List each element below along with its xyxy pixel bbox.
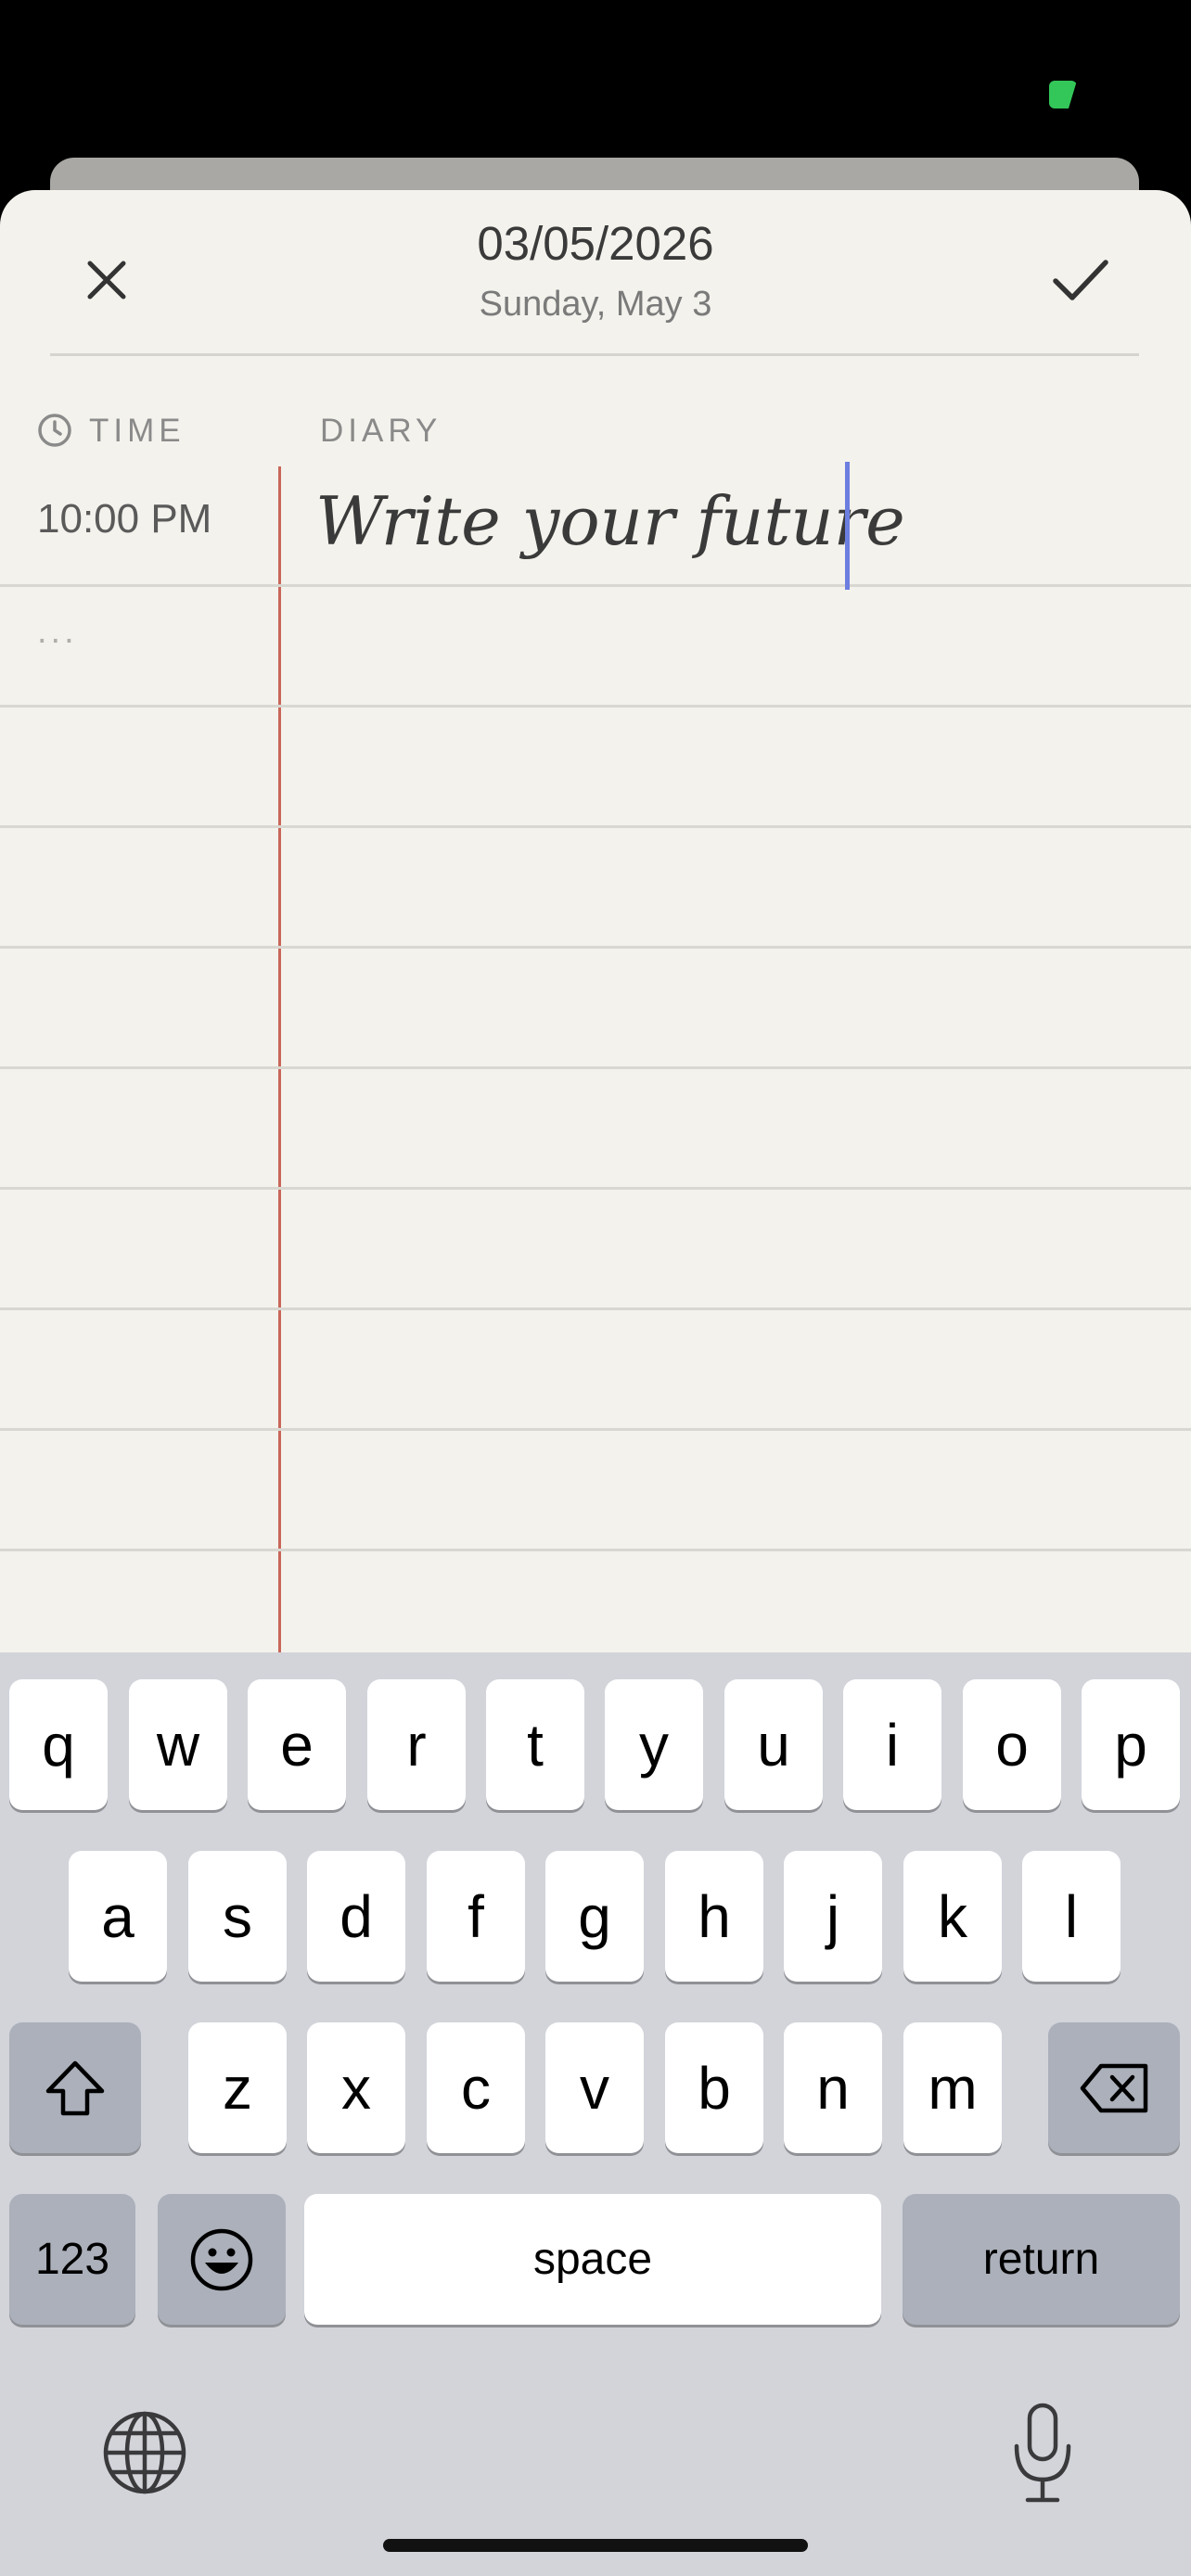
emoji-key[interactable] bbox=[158, 2194, 286, 2325]
key-y[interactable]: y bbox=[605, 1679, 703, 1810]
clock-icon bbox=[38, 414, 71, 447]
space-key[interactable]: space bbox=[304, 2194, 881, 2325]
ruled-line bbox=[0, 1187, 1191, 1190]
key-j[interactable]: j bbox=[784, 1851, 882, 1982]
delete-key[interactable] bbox=[1048, 2022, 1180, 2153]
key-z[interactable]: z bbox=[188, 2022, 287, 2153]
emoji-icon bbox=[190, 2228, 253, 2290]
ruled-line bbox=[0, 825, 1191, 828]
key-o[interactable]: o bbox=[963, 1679, 1061, 1810]
entry-time[interactable]: 10:00 PM bbox=[37, 496, 211, 542]
ruled-line bbox=[0, 1549, 1191, 1551]
ruled-line bbox=[0, 946, 1191, 949]
ruled-line bbox=[0, 705, 1191, 708]
key-u[interactable]: u bbox=[724, 1679, 823, 1810]
text-cursor bbox=[845, 462, 850, 590]
checkmark-icon bbox=[1053, 260, 1108, 300]
key-l[interactable]: l bbox=[1022, 1851, 1121, 1982]
entry-weekday: Sunday, May 3 bbox=[479, 285, 712, 324]
key-f[interactable]: f bbox=[427, 1851, 525, 1982]
key-b[interactable]: b bbox=[665, 2022, 763, 2153]
key-v[interactable]: v bbox=[545, 2022, 644, 2153]
key-w[interactable]: w bbox=[129, 1679, 227, 1810]
key-r[interactable]: r bbox=[367, 1679, 466, 1810]
key-i[interactable]: i bbox=[843, 1679, 941, 1810]
key-k[interactable]: k bbox=[903, 1851, 1002, 1982]
diary-text-input[interactable]: Write your future bbox=[315, 482, 905, 560]
ruled-line bbox=[0, 584, 1191, 587]
key-m[interactable]: m bbox=[903, 2022, 1002, 2153]
backspace-icon bbox=[1080, 2063, 1148, 2112]
return-key[interactable]: return bbox=[903, 2194, 1180, 2325]
ruled-line bbox=[0, 1307, 1191, 1310]
empty-time-placeholder[interactable]: ... bbox=[37, 612, 78, 652]
ruled-line bbox=[0, 1066, 1191, 1069]
key-h[interactable]: h bbox=[665, 1851, 763, 1982]
shift-key[interactable] bbox=[9, 2022, 141, 2153]
save-button[interactable] bbox=[1044, 243, 1118, 317]
key-p[interactable]: p bbox=[1082, 1679, 1180, 1810]
key-s[interactable]: s bbox=[188, 1851, 287, 1982]
key-d[interactable]: d bbox=[307, 1851, 405, 1982]
entry-date[interactable]: 03/05/2026 bbox=[0, 216, 1191, 271]
status-indicator bbox=[1049, 81, 1077, 108]
shift-icon bbox=[45, 2060, 105, 2115]
key-n[interactable]: n bbox=[784, 2022, 882, 2153]
ruled-line bbox=[0, 1428, 1191, 1431]
key-t[interactable]: t bbox=[486, 1679, 584, 1810]
numbers-key[interactable]: 123 bbox=[9, 2194, 135, 2325]
key-e[interactable]: e bbox=[248, 1679, 346, 1810]
key-a[interactable]: a bbox=[69, 1851, 167, 1982]
time-column-header: TIME bbox=[89, 413, 186, 449]
header-divider bbox=[50, 353, 1139, 356]
globe-icon[interactable] bbox=[100, 2408, 189, 2497]
microphone-icon[interactable] bbox=[1009, 2402, 1076, 2506]
diary-column-header: DIARY bbox=[320, 413, 442, 449]
key-c[interactable]: c bbox=[427, 2022, 525, 2153]
key-q[interactable]: q bbox=[9, 1679, 108, 1810]
home-indicator[interactable] bbox=[383, 2539, 808, 2552]
key-g[interactable]: g bbox=[545, 1851, 644, 1982]
key-x[interactable]: x bbox=[307, 2022, 405, 2153]
